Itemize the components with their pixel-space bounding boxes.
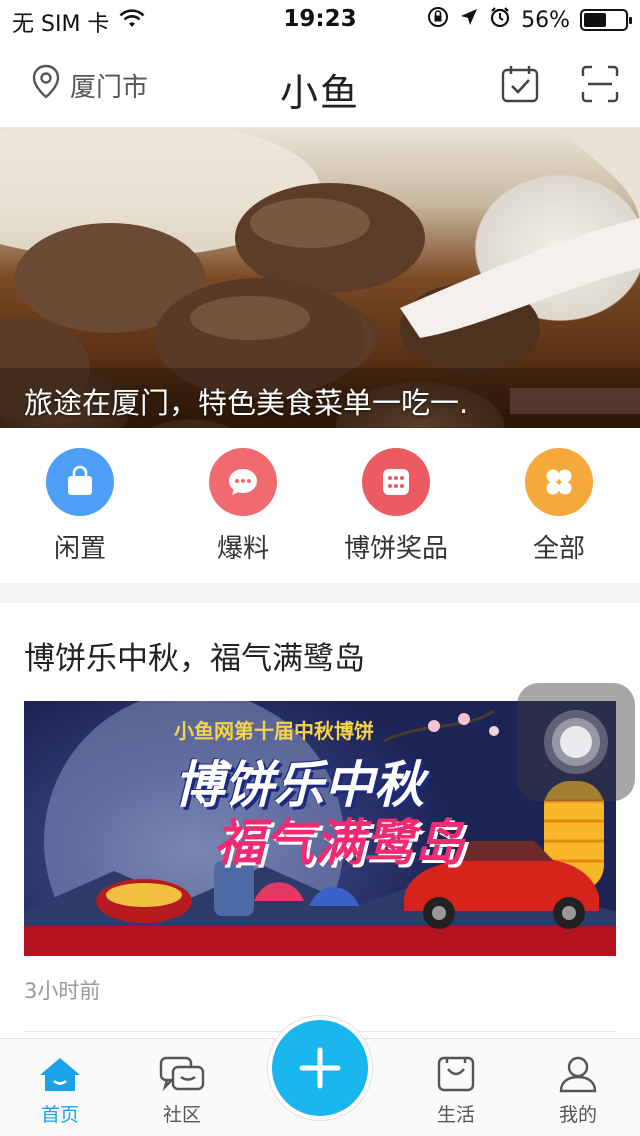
battery-percent: 56% [521,7,570,33]
quick-menu: 闲置 爆料 博饼奖品 全部 [0,428,640,583]
quick-menu-item-all[interactable]: 全部 [479,448,639,565]
home-icon [38,1058,82,1098]
publish-fab-button[interactable] [268,1016,372,1120]
bag-icon [46,448,114,516]
quick-menu-label: 全部 [532,534,585,564]
alarm-icon [489,6,511,34]
quick-menu-label: 闲置 [53,534,106,564]
plus-icon [299,1047,341,1089]
featured-banner[interactable]: 旅途在厦门，特色美食菜单一吃一. [0,128,640,428]
checkin-calendar-icon[interactable] [500,64,540,108]
tab-label: 社区 [162,1104,201,1126]
status-bar: 无 SIM 卡 19:23 56% [0,0,640,40]
article-time: 3小时前 [24,979,101,1003]
image-slogan-line-2: 福气满鹭岛 [214,814,464,872]
tab-label: 生活 [436,1104,475,1126]
status-right: 56% [427,6,632,34]
battery-fill [584,13,607,27]
scan-icon[interactable] [580,64,620,108]
banner-caption: 旅途在厦门，特色美食菜单一吃一. [24,386,469,420]
nav-bar: 厦门市 小鱼 [0,40,640,128]
article-card[interactable]: 博饼乐中秋，福气满鹭岛 小鱼网第十届中秋博饼 博饼乐中秋 福气满鹭岛 3小时前 [0,603,640,1038]
nav-actions [500,64,620,108]
quick-menu-label: 爆料 [216,534,269,564]
quick-menu-item-prizes[interactable]: 博饼奖品 [316,448,476,565]
rotation-lock-icon [427,6,449,34]
dice-icon [362,448,430,516]
quick-menu-label: 博饼奖品 [343,534,448,564]
tab-profile[interactable]: 我的 [533,1055,623,1127]
article-title: 博饼乐中秋，福气满鹭岛 [24,641,365,677]
profile-icon [558,1056,598,1098]
grid-icon [525,448,593,516]
quick-menu-item-idle[interactable]: 闲置 [0,448,160,565]
assistive-touch-button[interactable] [517,683,635,801]
assistive-touch-icon [544,710,608,774]
battery-icon [580,9,632,31]
location-arrow-icon [459,7,479,33]
community-icon [159,1056,205,1098]
tab-community[interactable]: 社区 [137,1055,227,1127]
quick-menu-item-tips[interactable]: 爆料 [163,448,323,565]
tab-label: 首页 [40,1104,79,1126]
tab-life[interactable]: 生活 [411,1055,501,1127]
image-headline: 小鱼网第十届中秋博饼 [174,719,374,743]
life-icon [436,1056,476,1098]
chat-bubble-icon [209,448,277,516]
tab-home[interactable]: 首页 [15,1055,105,1127]
tab-label: 我的 [558,1104,597,1126]
